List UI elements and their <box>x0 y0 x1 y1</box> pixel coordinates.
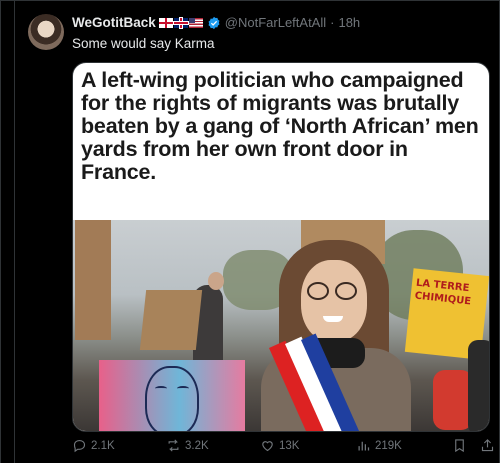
tweet-media-image[interactable]: A left-wing politician who campaigned fo… <box>72 62 490 432</box>
reply-button[interactable]: 2.1K <box>72 438 115 453</box>
tweet-actions: 2.1K 3.2K 13K 219K <box>72 438 496 454</box>
views-button[interactable]: 219K <box>356 438 402 453</box>
thread-divider <box>14 0 15 463</box>
bookmark-button[interactable] <box>452 438 467 453</box>
name-flags <box>158 17 203 28</box>
handle[interactable]: @NotFarLeftAtAll <box>225 15 326 30</box>
us-flag-icon <box>188 17 203 28</box>
image-headline: A left-wing politician who campaigned fo… <box>81 68 479 184</box>
display-name[interactable]: WeGotitBack <box>72 15 156 30</box>
timestamp[interactable]: 18h <box>338 15 360 30</box>
tweet-header: WeGotitBack @NotFarLeftAtAll · 18h <box>72 15 360 30</box>
tweet-text: Some would say Karma <box>72 36 215 51</box>
avatar[interactable] <box>28 14 64 50</box>
reply-count: 2.1K <box>91 439 115 452</box>
share-button[interactable] <box>480 438 495 453</box>
uk-flag-icon <box>173 17 188 28</box>
like-button[interactable]: 13K <box>260 438 299 453</box>
reply-icon <box>73 439 86 453</box>
share-icon <box>481 439 494 452</box>
news-photo: LA TERRE CHIMIQUE <box>73 220 489 431</box>
verified-badge-icon <box>208 16 220 29</box>
analytics-icon <box>358 441 370 451</box>
separator-dot: · <box>330 15 335 30</box>
england-flag-icon <box>158 17 173 28</box>
repost-icon <box>168 439 179 452</box>
views-count: 219K <box>375 439 402 452</box>
repost-button[interactable]: 3.2K <box>166 438 209 453</box>
heart-icon <box>262 441 273 452</box>
bookmark-icon <box>455 439 464 453</box>
like-count: 13K <box>279 439 300 452</box>
drawn-face-sign <box>99 360 245 431</box>
sign-text: LA TERRE CHIMIQUE <box>414 277 472 308</box>
repost-count: 3.2K <box>185 439 209 452</box>
